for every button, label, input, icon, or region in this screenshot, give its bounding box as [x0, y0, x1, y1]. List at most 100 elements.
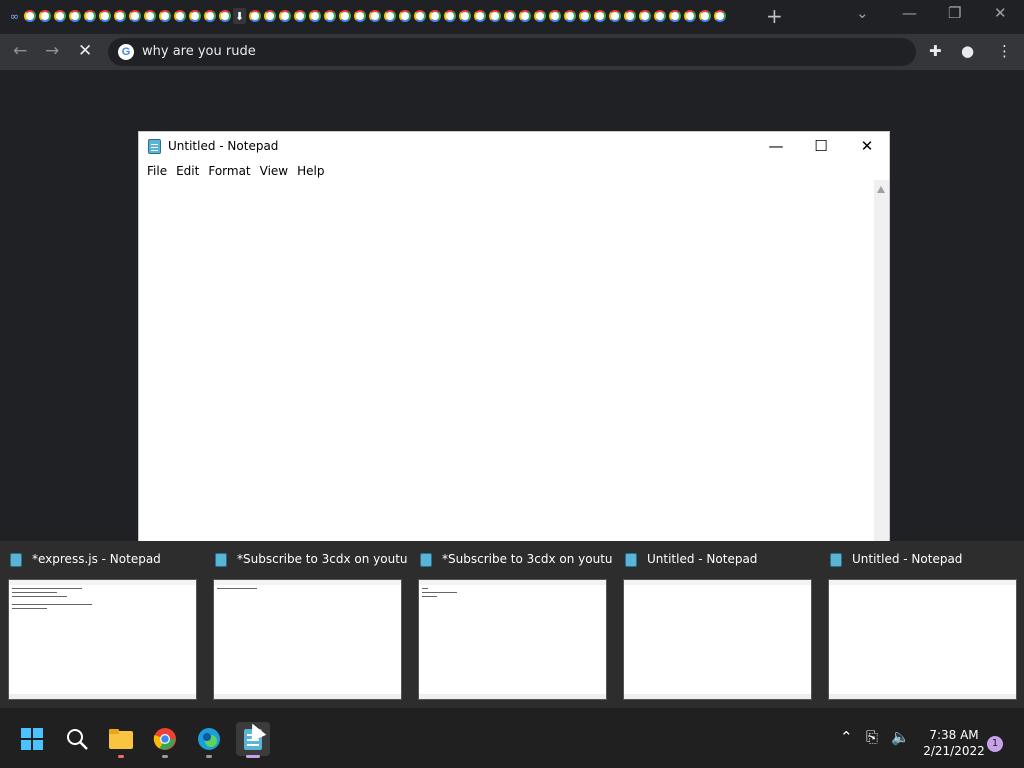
- stop-button[interactable]: ✕: [78, 42, 92, 60]
- new-tab-button[interactable]: +: [766, 6, 783, 26]
- tab[interactable]: [248, 8, 261, 24]
- menu-file[interactable]: File: [146, 162, 175, 182]
- file-explorer-button[interactable]: [104, 722, 138, 758]
- tab[interactable]: [488, 8, 501, 24]
- tab[interactable]: [473, 8, 486, 24]
- google-favicon-icon: [68, 10, 81, 22]
- tab[interactable]: [518, 8, 531, 24]
- start-button[interactable]: [15, 722, 49, 756]
- tab[interactable]: [323, 8, 336, 24]
- forward-button[interactable]: →: [45, 42, 59, 60]
- notepad-maximize-button[interactable]: ☐: [799, 134, 843, 158]
- thumbnail-untitled-2[interactable]: Untitled - Notepad: [820, 541, 1020, 708]
- tab[interactable]: [413, 8, 426, 24]
- tab[interactable]: [338, 8, 351, 24]
- tab[interactable]: [68, 8, 81, 24]
- notepad-icon: [420, 553, 432, 567]
- tab[interactable]: [143, 8, 156, 24]
- tab[interactable]: [533, 8, 546, 24]
- minimize-button[interactable]: —: [902, 4, 917, 22]
- edge-button[interactable]: [192, 722, 226, 758]
- thumbnail-untitled-1[interactable]: Untitled - Notepad: [615, 541, 815, 708]
- back-button[interactable]: ←: [13, 42, 27, 60]
- tab[interactable]: [23, 8, 36, 24]
- thumbnail-subscribe-2[interactable]: *Subscribe to 3cdx on youtu...: [410, 541, 612, 708]
- thumbnail-subscribe-1[interactable]: *Subscribe to 3cdx on youtu...: [205, 541, 407, 708]
- restore-button[interactable]: ❐: [948, 4, 961, 22]
- address-bar[interactable]: G why are you rude: [108, 38, 916, 66]
- google-favicon-icon: [413, 10, 426, 22]
- notepad-text-area[interactable]: [139, 180, 875, 543]
- tab[interactable]: [308, 8, 321, 24]
- tab[interactable]: [218, 8, 231, 24]
- tab[interactable]: [563, 8, 576, 24]
- tab[interactable]: [263, 8, 276, 24]
- browser-toolbar: ← → ✕ G why are you rude ✚ ● ⋮: [0, 34, 1024, 70]
- tab[interactable]: [443, 8, 456, 24]
- close-browser-button[interactable]: ✕: [994, 4, 1007, 22]
- tab[interactable]: [683, 8, 696, 24]
- tab[interactable]: [98, 8, 111, 24]
- tab[interactable]: [638, 8, 651, 24]
- google-favicon-icon: [338, 10, 351, 22]
- google-favicon-icon: [248, 10, 261, 22]
- extensions-icon[interactable]: ✚: [929, 42, 942, 60]
- tab[interactable]: [83, 8, 96, 24]
- tab[interactable]: [428, 8, 441, 24]
- profile-icon[interactable]: ●: [961, 42, 974, 60]
- menu-format[interactable]: Format: [207, 162, 258, 182]
- notepad-titlebar[interactable]: Untitled - Notepad — ☐ ✕: [139, 132, 889, 160]
- tab[interactable]: [383, 8, 396, 24]
- tab[interactable]: [608, 8, 621, 24]
- tab[interactable]: [188, 8, 201, 24]
- menu-help[interactable]: Help: [296, 162, 332, 182]
- tab[interactable]: [668, 8, 681, 24]
- tab[interactable]: [203, 8, 216, 24]
- tab[interactable]: [593, 8, 606, 24]
- volume-icon[interactable]: 🔈: [891, 728, 910, 746]
- tab[interactable]: [173, 8, 186, 24]
- tab[interactable]: [398, 8, 411, 24]
- tab[interactable]: [368, 8, 381, 24]
- menu-view[interactable]: View: [259, 162, 296, 182]
- tab[interactable]: [578, 8, 591, 24]
- tab[interactable]: [548, 8, 561, 24]
- menu-icon[interactable]: ⋮: [997, 42, 1012, 60]
- menu-edit[interactable]: Edit: [175, 162, 207, 182]
- tab[interactable]: [53, 8, 66, 24]
- show-hidden-icons-button[interactable]: ⌃: [840, 728, 853, 746]
- tab[interactable]: [158, 8, 171, 24]
- notepad-icon: [625, 553, 637, 567]
- notepad-close-button[interactable]: ✕: [845, 134, 889, 158]
- thumbnail-express-js[interactable]: *express.js - Notepad: [0, 541, 200, 708]
- google-favicon-icon: [713, 10, 726, 22]
- tab[interactable]: [38, 8, 51, 24]
- tab[interactable]: [503, 8, 516, 24]
- tab-search-button[interactable]: ⌄: [856, 4, 869, 22]
- notepad-minimize-button[interactable]: —: [754, 134, 798, 158]
- tab[interactable]: [458, 8, 471, 24]
- tab[interactable]: [353, 8, 366, 24]
- clock[interactable]: 7:38 AM 2/21/2022: [912, 727, 996, 759]
- tab[interactable]: [278, 8, 291, 24]
- clock-time: 7:38 AM: [929, 728, 979, 742]
- google-favicon-icon: [653, 10, 666, 22]
- tab[interactable]: ⬇: [233, 8, 246, 24]
- notification-badge[interactable]: 1: [987, 736, 1003, 752]
- google-favicon-icon: [368, 10, 381, 22]
- google-favicon-icon: [173, 10, 186, 22]
- tab[interactable]: [128, 8, 141, 24]
- notepad-scrollbar[interactable]: [874, 180, 889, 543]
- tab[interactable]: [293, 8, 306, 24]
- network-icon[interactable]: ⎘: [866, 728, 878, 746]
- taskbar-thumbnail-previews: *express.js - Notepad *Subscribe to 3cdx…: [0, 541, 1024, 708]
- tab[interactable]: [623, 8, 636, 24]
- tab[interactable]: [698, 8, 711, 24]
- chrome-button[interactable]: [148, 722, 182, 758]
- tab[interactable]: [713, 8, 726, 24]
- tab[interactable]: [653, 8, 666, 24]
- thumbnail-title: Untitled - Notepad: [647, 552, 758, 566]
- tab[interactable]: ∞: [8, 8, 21, 24]
- tab[interactable]: [113, 8, 126, 24]
- search-button[interactable]: [60, 722, 94, 756]
